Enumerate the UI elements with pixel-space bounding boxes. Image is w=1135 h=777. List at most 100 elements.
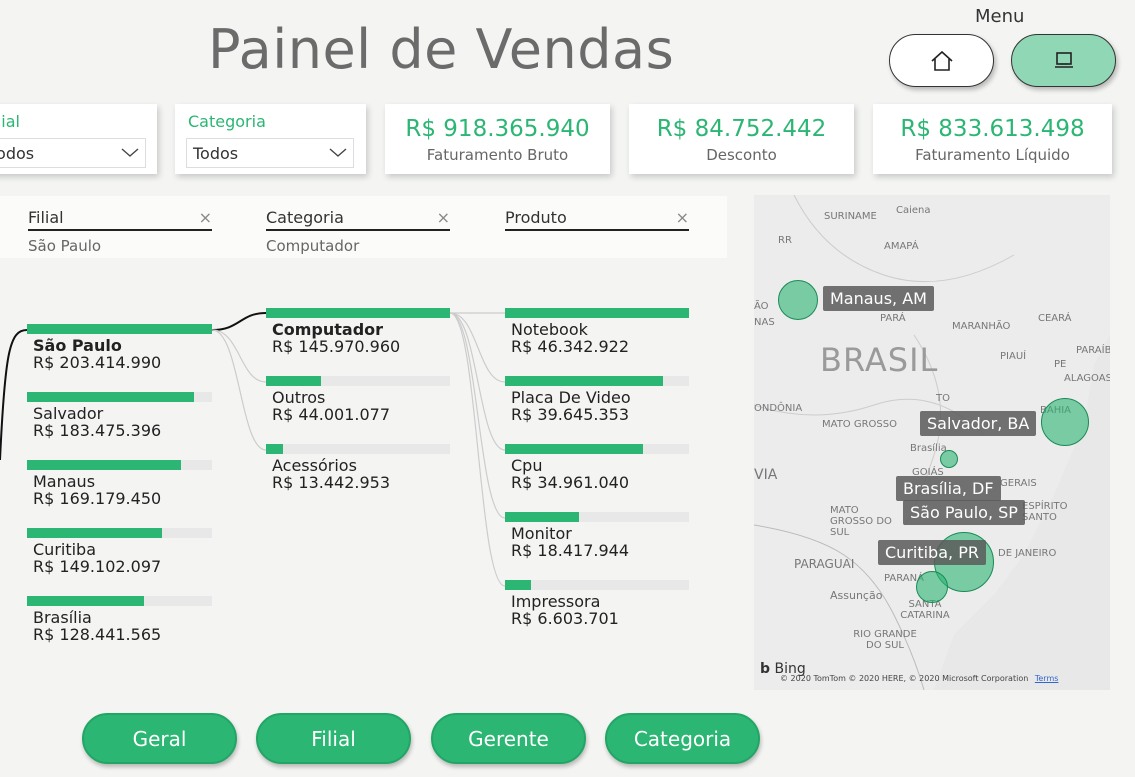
map-place: MATO GROSSO DO SUL: [830, 505, 892, 538]
map-city-label: Curitiba, PR: [878, 540, 986, 565]
map-place: PARAÍB: [1076, 345, 1110, 356]
nav-button-gerente[interactable]: Gerente: [431, 713, 586, 764]
map-city-label: Salvador, BA: [920, 411, 1037, 436]
node-name: Brasília: [33, 608, 92, 627]
tree-node-filial[interactable]: Salvador R$ 183.475.396: [27, 392, 212, 439]
map-place: NAS: [754, 317, 775, 328]
map-city-label: Brasília, DF: [896, 476, 1001, 501]
tree-node-filial[interactable]: Curitiba R$ 149.102.097: [27, 528, 212, 575]
map-place: AMAPÁ: [884, 241, 919, 252]
map-city-label: São Paulo, SP: [903, 500, 1025, 525]
nav-button-categoria[interactable]: Categoria: [605, 713, 760, 764]
nav-button-filial[interactable]: Filial: [256, 713, 411, 764]
bar-fill: [505, 444, 643, 454]
tree-node-filial[interactable]: São Paulo R$ 203.414.990: [27, 324, 212, 371]
node-value: R$ 39.645.353: [511, 405, 629, 424]
kpi-value: R$ 84.752.442: [656, 116, 827, 142]
bar-fill: [505, 308, 689, 318]
tree-node-produto[interactable]: Cpu R$ 34.961.040: [505, 444, 689, 491]
bar-track: [27, 324, 212, 334]
map-place: GERAIS: [1000, 478, 1037, 489]
bar-fill: [505, 580, 531, 590]
node-name: Impressora: [511, 592, 601, 611]
map-place: Caiena: [896, 205, 931, 216]
slicer-filial: Filial Todos: [0, 104, 157, 174]
brazil-map[interactable]: SURINAME Caiena AMAPÁ RR PARÁ MARANHÃO C…: [754, 195, 1110, 690]
node-value: R$ 128.441.565: [33, 625, 162, 644]
filial-dropdown[interactable]: Todos: [0, 138, 146, 168]
chevron-down-icon: [329, 148, 347, 157]
bar-track: [27, 528, 212, 538]
node-value: R$ 169.179.450: [33, 489, 162, 508]
map-place: TO: [936, 393, 950, 404]
home-button[interactable]: [889, 34, 994, 87]
crumb-label: Filial: [28, 208, 64, 227]
tree-node-categoria[interactable]: Acessórios R$ 13.442.953: [266, 444, 450, 491]
terms-link[interactable]: Terms: [1035, 674, 1059, 683]
nav-button-geral[interactable]: Geral: [82, 713, 237, 764]
node-value: R$ 46.342.922: [511, 337, 629, 356]
map-place: ALAGOAS: [1064, 373, 1110, 384]
map-place: Assunção: [830, 589, 883, 602]
home-icon: [930, 50, 953, 71]
decomposition-breadcrumbs: Filial × São Paulo Categoria × Computador …: [0, 196, 727, 258]
kpi-label: Desconto: [706, 146, 777, 164]
computer-button[interactable]: [1011, 34, 1116, 87]
kpi-desconto: R$ 84.752.442 Desconto: [629, 104, 854, 174]
tree-node-categoria[interactable]: Outros R$ 44.001.077: [266, 376, 450, 423]
map-place: DE JANEIRO: [998, 548, 1057, 559]
map-place: SURINAME: [824, 211, 877, 222]
close-icon[interactable]: ×: [437, 208, 450, 227]
crumb-produto[interactable]: Produto ×: [505, 208, 689, 237]
map-bubble-curitiba[interactable]: [916, 571, 948, 603]
map-place: MARANHÃO: [952, 321, 1011, 332]
tree-node-filial[interactable]: Manaus R$ 169.179.450: [27, 460, 212, 507]
dropdown-value: Todos: [193, 143, 239, 163]
slicer-title: Filial: [0, 112, 20, 131]
map-place: PE: [1054, 359, 1067, 370]
tree-node-produto[interactable]: Impressora R$ 6.603.701: [505, 580, 689, 627]
node-name: Cpu: [511, 456, 543, 475]
bar-track: [266, 376, 450, 386]
tree-node-produto[interactable]: Monitor R$ 18.417.944: [505, 512, 689, 559]
bar-fill: [266, 444, 283, 454]
close-icon[interactable]: ×: [676, 208, 689, 227]
bar-track: [266, 308, 450, 318]
bar-track: [266, 444, 450, 454]
page-title: Painel de Vendas: [208, 18, 675, 81]
menu-label: Menu: [975, 6, 1025, 27]
country-label: BRASIL: [820, 341, 939, 379]
dropdown-value: Todos: [0, 143, 35, 163]
bar-track: [505, 376, 689, 386]
map-place: MATO GROSSO: [822, 419, 897, 430]
tree-node-filial[interactable]: Brasília R$ 128.441.565: [27, 596, 212, 643]
copyright-text: © 2020 TomTom © 2020 HERE, © 2020 Micros…: [780, 674, 1029, 683]
tree-node-produto[interactable]: Notebook R$ 46.342.922: [505, 308, 689, 355]
map-bubble-salvador[interactable]: [1041, 398, 1089, 446]
close-icon[interactable]: ×: [199, 208, 212, 227]
map-place: ONDÔNIA: [754, 403, 803, 414]
bar-track: [505, 308, 689, 318]
bar-fill: [505, 512, 579, 522]
node-name: Monitor: [511, 524, 572, 543]
crumb-value: São Paulo: [28, 237, 102, 255]
bar-fill: [27, 392, 194, 402]
map-place: PARAGUAI: [794, 557, 855, 571]
slicer-categoria: Categoria Todos: [175, 104, 366, 174]
chevron-down-icon: [121, 148, 139, 157]
tree-node-produto[interactable]: Placa De Video R$ 39.645.353: [505, 376, 689, 423]
map-city-label: Manaus, AM: [823, 286, 934, 311]
node-name: Computador: [272, 320, 384, 339]
bar-fill: [266, 376, 322, 386]
node-name: Placa De Video: [511, 388, 631, 407]
map-bubble-manaus[interactable]: [778, 280, 818, 320]
crumb-filial[interactable]: Filial × São Paulo: [28, 208, 212, 255]
map-place: CEARÁ: [1038, 313, 1072, 324]
bar-fill: [27, 596, 144, 606]
categoria-dropdown[interactable]: Todos: [186, 138, 354, 168]
bar-fill: [27, 324, 212, 334]
tree-node-categoria[interactable]: Computador R$ 145.970.960: [266, 308, 450, 355]
map-bubble-brasilia[interactable]: [940, 450, 958, 468]
map-place: ESPÍRITO SANTO: [1022, 501, 1068, 523]
crumb-categoria[interactable]: Categoria × Computador: [266, 208, 450, 255]
